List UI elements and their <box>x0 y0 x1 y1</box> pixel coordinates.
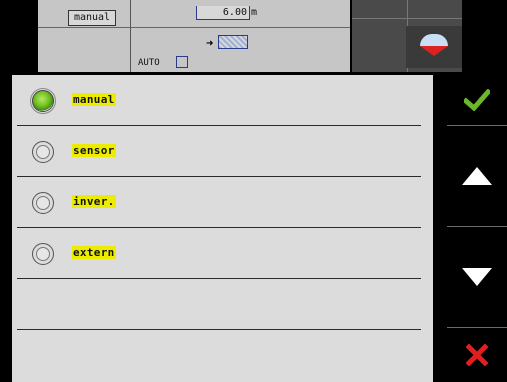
arrow-up-icon <box>462 167 492 185</box>
scroll-gutter <box>433 75 447 382</box>
spreader-triangle-icon <box>420 46 448 56</box>
close-icon <box>466 344 488 366</box>
arrow-right-icon: ➜ <box>206 36 214 50</box>
option-row-sensor[interactable]: sensor <box>12 126 433 177</box>
option-row-manual[interactable]: manual <box>12 75 433 126</box>
check-icon <box>464 89 490 111</box>
spreader-icon <box>406 26 462 68</box>
auto-checkbox <box>176 56 188 68</box>
scroll-up-button[interactable] <box>447 126 507 226</box>
spreader-dome-icon <box>420 34 448 46</box>
option-list: manual sensor inver. extern <box>12 75 433 382</box>
radio-button[interactable] <box>32 243 54 265</box>
arrow-down-icon <box>462 268 492 286</box>
option-label: extern <box>72 246 116 259</box>
radio-button-selected[interactable] <box>30 88 56 114</box>
softkey-column <box>447 75 507 382</box>
working-width-unit: m <box>251 7 258 18</box>
option-label: manual <box>72 93 116 106</box>
radio-button[interactable] <box>32 192 54 214</box>
scroll-down-button[interactable] <box>447 227 507 327</box>
divider <box>130 0 131 72</box>
option-label: inver. <box>72 195 116 208</box>
background-screen: manual 6.00 m ➜ AUTO <box>38 0 350 72</box>
option-row-extern[interactable]: extern <box>12 228 433 279</box>
divider <box>38 27 350 28</box>
option-row-empty <box>12 330 433 381</box>
option-row-empty <box>12 279 433 330</box>
confirm-button[interactable] <box>447 75 507 125</box>
cancel-button[interactable] <box>447 328 507 382</box>
radio-button[interactable] <box>32 141 54 163</box>
working-width-field: 6.00 <box>196 6 250 20</box>
spread-pattern-icon <box>218 35 248 49</box>
option-row-inver[interactable]: inver. <box>12 177 433 228</box>
auto-label: AUTO <box>138 58 160 68</box>
option-label: sensor <box>72 144 116 157</box>
background-mode-field: manual <box>68 10 116 26</box>
